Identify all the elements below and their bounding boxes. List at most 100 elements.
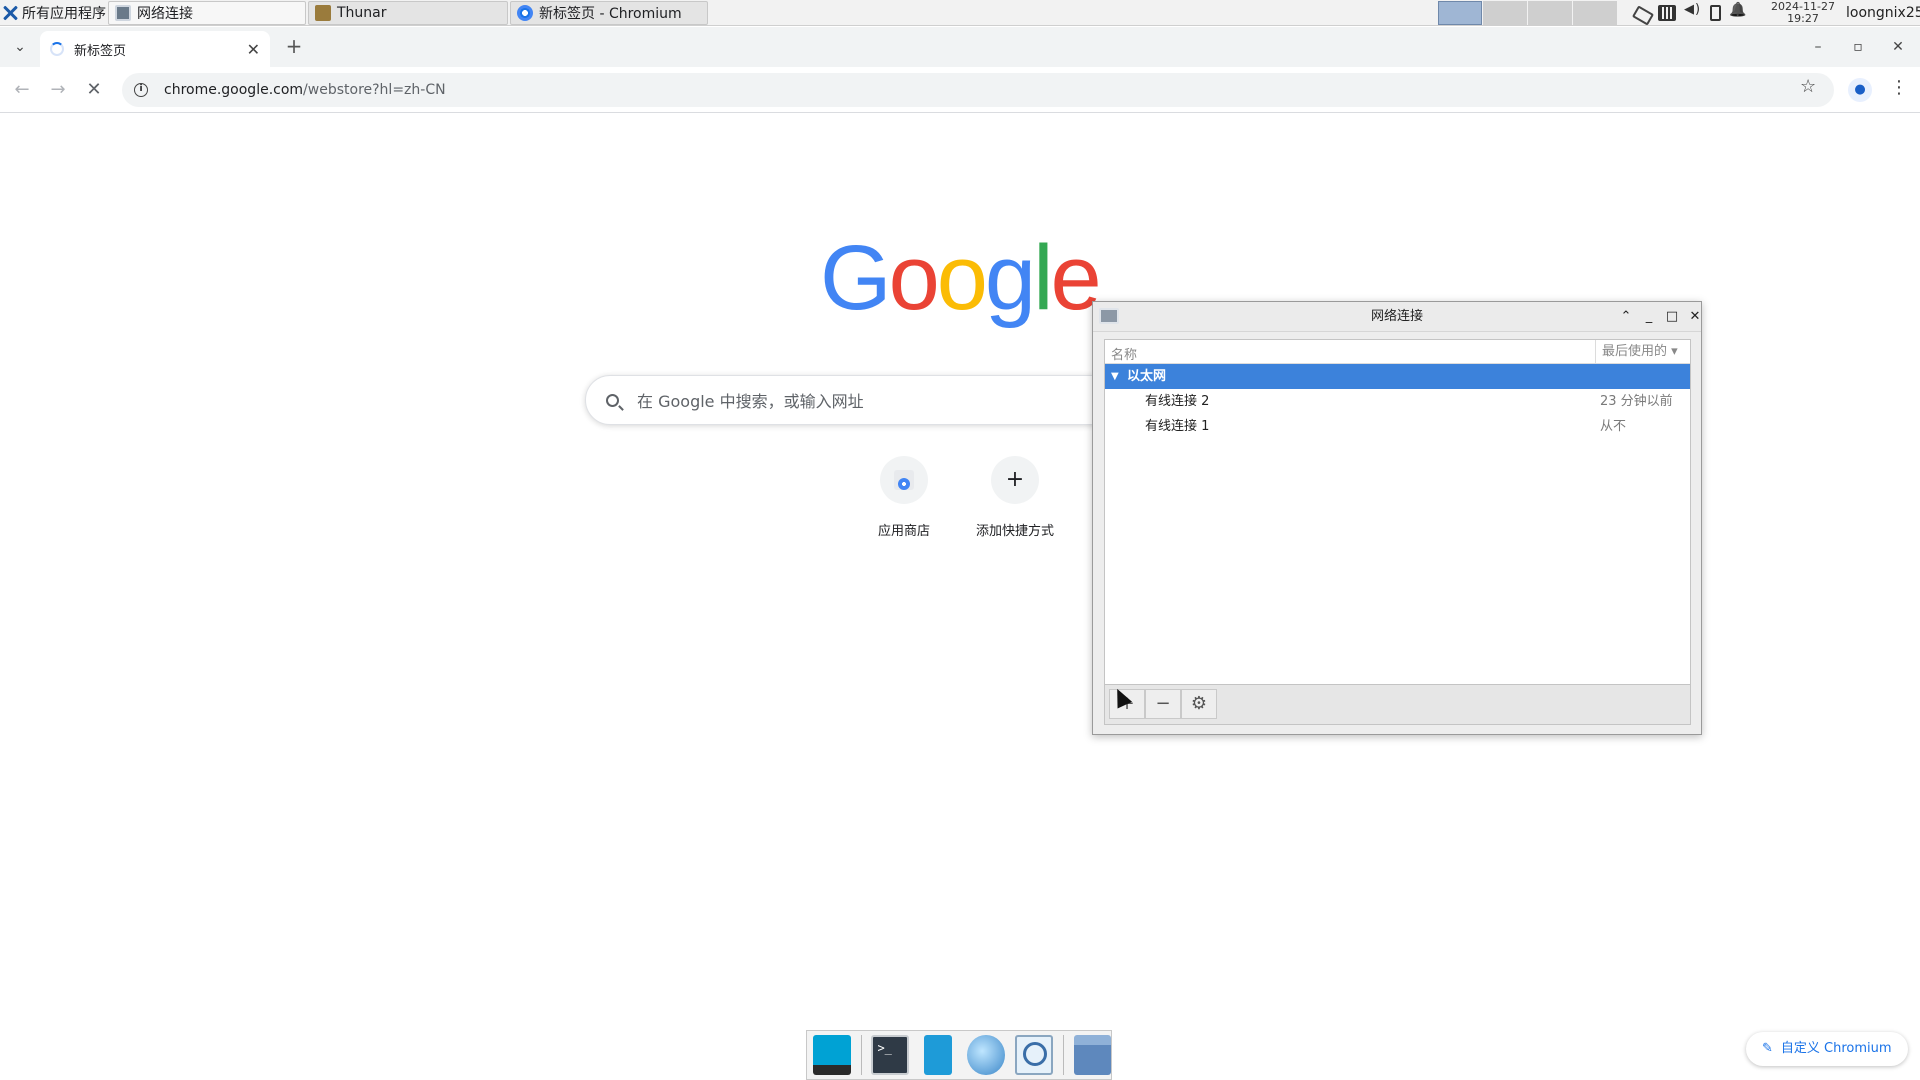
logo-letter: g xyxy=(984,227,1036,329)
network-connections-icon xyxy=(115,5,131,21)
column-header-last-used[interactable]: 最后使用的 ▾ xyxy=(1595,340,1691,363)
battery-icon[interactable] xyxy=(1710,5,1721,21)
dock xyxy=(806,1030,1112,1080)
shortcut-label: 添加快捷方式 xyxy=(975,524,1054,539)
expand-triangle-icon[interactable]: ▼ xyxy=(1111,364,1119,389)
notification-bell-icon[interactable] xyxy=(1729,5,1747,21)
dock-separator xyxy=(860,1035,862,1075)
new-tab-button[interactable]: + xyxy=(282,35,306,59)
clock-time: 19:27 xyxy=(1787,12,1819,25)
close-button[interactable]: ✕ xyxy=(1685,307,1705,327)
taskbar-item-thunar[interactable]: Thunar xyxy=(308,1,508,25)
workspace-1[interactable] xyxy=(1438,1,1482,25)
close-window-button[interactable]: ✕ xyxy=(1886,35,1910,59)
applications-menu-button[interactable]: 所有应用程序 xyxy=(2,0,106,26)
network-connections-window: 网络连接 ⌃ _ □ ✕ 名称 最后使用的 ▾ ▼ 以太网 有线连接 2 23 … xyxy=(1092,301,1702,735)
thunar-icon xyxy=(315,5,331,21)
loading-spinner-icon xyxy=(50,42,64,56)
taskbar-item-chromium[interactable]: 新标签页 - Chromium xyxy=(510,1,708,25)
list-item[interactable]: 有线连接 1 从不 xyxy=(1105,414,1690,439)
connection-last-used: 从不 xyxy=(1600,419,1627,434)
logo-letter: l xyxy=(1033,227,1054,329)
maximize-button[interactable]: □ xyxy=(1662,307,1682,327)
connection-actions-bar: + − ⚙ xyxy=(1104,685,1691,725)
window-titlebar[interactable]: 网络连接 ⌃ _ □ ✕ xyxy=(1093,302,1701,332)
sort-descending-icon: ▾ xyxy=(1671,344,1678,359)
dock-separator xyxy=(1062,1035,1064,1075)
logo-letter: o xyxy=(888,227,940,329)
shade-button[interactable]: ⌃ xyxy=(1616,307,1636,327)
show-desktop-icon[interactable] xyxy=(813,1035,851,1075)
restore-window-button[interactable]: ▫ xyxy=(1846,35,1870,59)
minimize-button[interactable]: _ xyxy=(1639,307,1659,327)
list-item[interactable]: 有线连接 2 23 分钟以前 xyxy=(1105,389,1690,414)
tab-strip: ⌄ 新标签页 ✕ + – ▫ ✕ xyxy=(0,27,1920,67)
remove-connection-button[interactable]: − xyxy=(1145,689,1181,719)
network-status-icon[interactable] xyxy=(1632,5,1650,21)
tab-new-tab[interactable]: 新标签页 ✕ xyxy=(40,31,270,67)
xfce-logo-icon xyxy=(2,5,18,21)
address-bar[interactable]: i chrome.google.com/webstore?hl=zh-CN xyxy=(122,73,1834,107)
top-panel: 所有应用程序 网络连接 Thunar 新标签页 - Chromium 2024-… xyxy=(0,0,1920,26)
plus-icon: + xyxy=(991,456,1039,504)
user-name[interactable]: loongnix25 xyxy=(1846,0,1920,26)
terminal-icon[interactable] xyxy=(871,1035,910,1075)
app-finder-icon[interactable] xyxy=(1014,1035,1053,1075)
tab-close-icon[interactable]: ✕ xyxy=(247,40,260,59)
connection-name: 有线连接 1 xyxy=(1145,419,1210,434)
connection-name: 有线连接 2 xyxy=(1145,394,1210,409)
window-title: 网络连接 xyxy=(1370,309,1423,324)
profile-avatar-icon[interactable]: ● xyxy=(1848,78,1872,102)
back-button[interactable]: ← xyxy=(10,78,34,102)
group-label: 以太网 xyxy=(1127,369,1167,384)
forward-button[interactable]: → xyxy=(46,78,70,102)
taskbar-item-network-connections[interactable]: 网络连接 xyxy=(108,1,306,25)
web-browser-icon[interactable] xyxy=(967,1035,1005,1075)
shortcut-tile xyxy=(880,456,928,504)
minimize-window-button[interactable]: – xyxy=(1806,35,1830,59)
logo-letter: o xyxy=(936,227,988,329)
google-search-box[interactable]: 在 Google 中搜索，或输入网址 xyxy=(585,375,1169,425)
taskbar-item-label: Thunar xyxy=(337,5,387,21)
chromium-icon xyxy=(517,5,533,21)
search-icon xyxy=(606,393,619,407)
customize-label: 自定义 Chromium xyxy=(1780,1041,1892,1056)
taskbar-item-label: 新标签页 - Chromium xyxy=(539,6,682,22)
browser-toolbar: ← → ✕ i chrome.google.com/webstore?hl=zh… xyxy=(0,67,1920,113)
url-path: /webstore?hl=zh-CN xyxy=(303,82,446,98)
workspace-4[interactable] xyxy=(1573,1,1617,25)
shortcut-label: 应用商店 xyxy=(877,524,930,539)
volume-icon[interactable] xyxy=(1684,2,1702,21)
column-header-label: 最后使用的 xyxy=(1602,344,1668,359)
shortcut-web-store[interactable]: 应用商店 xyxy=(848,456,960,539)
applications-menu-label: 所有应用程序 xyxy=(22,6,106,22)
connections-list: 名称 最后使用的 ▾ ▼ 以太网 有线连接 2 23 分钟以前 有线连接 1 从… xyxy=(1104,339,1691,685)
bookmark-star-icon[interactable]: ☆ xyxy=(1800,76,1816,97)
search-placeholder: 在 Google 中搜索，或输入网址 xyxy=(637,392,864,411)
browser-menu-icon[interactable]: ⋮ xyxy=(1890,77,1908,98)
folder-icon[interactable] xyxy=(1073,1035,1111,1075)
tab-search-button[interactable]: ⌄ xyxy=(8,35,32,59)
edit-connection-gear-icon[interactable]: ⚙ xyxy=(1181,689,1217,719)
google-logo: Google xyxy=(820,232,1102,324)
workspace-2[interactable] xyxy=(1483,1,1527,25)
add-shortcut-button[interactable]: + 添加快捷方式 xyxy=(959,456,1071,539)
tab-title: 新标签页 xyxy=(74,43,127,59)
stop-loading-button[interactable]: ✕ xyxy=(82,78,106,102)
web-store-icon xyxy=(894,470,914,490)
logo-letter: G xyxy=(820,227,892,329)
workspace-3[interactable] xyxy=(1528,1,1572,25)
workspace-switcher xyxy=(1438,1,1617,25)
url-host: chrome.google.com xyxy=(164,82,304,98)
system-tray xyxy=(1632,0,1747,26)
file-manager-icon[interactable] xyxy=(924,1035,953,1075)
clock[interactable]: 2024-11-27 19:27 xyxy=(1768,0,1838,26)
customize-chromium-button[interactable]: ✎ 自定义 Chromium xyxy=(1746,1032,1908,1066)
taskbar-item-label: 网络连接 xyxy=(137,6,193,22)
site-info-icon[interactable]: i xyxy=(134,83,148,97)
pencil-icon: ✎ xyxy=(1762,1041,1773,1056)
column-header-name[interactable]: 名称 xyxy=(1111,344,1137,363)
connection-group-ethernet[interactable]: ▼ 以太网 xyxy=(1105,364,1690,389)
keyboard-icon[interactable] xyxy=(1658,5,1676,21)
connection-last-used: 23 分钟以前 xyxy=(1600,394,1673,409)
